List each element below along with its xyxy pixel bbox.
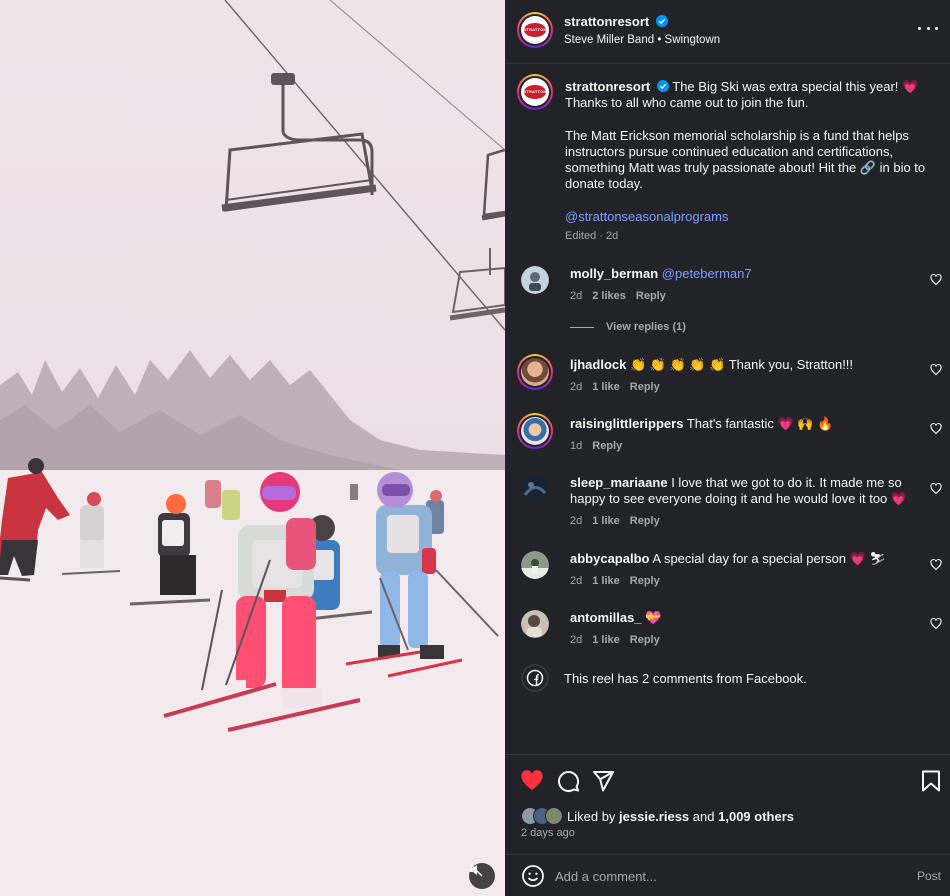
mute-button[interactable] bbox=[469, 863, 495, 889]
verified-badge-icon bbox=[655, 15, 668, 27]
reply-button[interactable]: Reply bbox=[630, 379, 660, 395]
comment-avatar[interactable] bbox=[521, 551, 549, 579]
comment-text: 👏 👏 👏 👏 👏 Thank you, Stratton!!! bbox=[629, 357, 854, 372]
post-actions: Liked by jessie.riess and 1,009 others 2… bbox=[505, 754, 950, 854]
like-heart-icon[interactable] bbox=[520, 769, 544, 793]
liked-by-avatars[interactable] bbox=[521, 807, 563, 825]
emoji-icon[interactable] bbox=[521, 864, 545, 888]
liked-by-others[interactable]: 1,009 others bbox=[718, 809, 794, 824]
like-comment-heart-icon[interactable] bbox=[930, 423, 942, 435]
comment-body: molly_berman @peteberman7 2d 2 likes Rep… bbox=[570, 266, 925, 304]
speaker-muted-icon bbox=[469, 863, 483, 877]
caption-meta: Edited · 2d bbox=[565, 230, 619, 243]
comment-likes[interactable]: 1 like bbox=[592, 513, 620, 529]
comment-time: 2d bbox=[570, 381, 583, 393]
comment-likes[interactable]: 2 likes bbox=[592, 288, 626, 304]
author-username[interactable]: strattonresort bbox=[564, 14, 649, 29]
comment-text: 💝 bbox=[645, 610, 662, 625]
liked-by-row: Liked by jessie.riess and 1,009 others bbox=[521, 807, 794, 825]
comment-avatar[interactable] bbox=[521, 266, 549, 294]
comment-username[interactable]: ljhadlock bbox=[570, 357, 626, 372]
reel-video[interactable] bbox=[0, 0, 505, 896]
caption: strattonresort The Big Ski was extra spe… bbox=[565, 79, 935, 244]
comment-bubble-icon[interactable] bbox=[556, 769, 580, 793]
post-comment-button[interactable]: Post bbox=[917, 869, 941, 883]
reply-button[interactable]: Reply bbox=[630, 632, 660, 648]
facebook-comments-label: This reel has 2 comments from Facebook. bbox=[564, 670, 807, 686]
comment-input[interactable] bbox=[555, 865, 885, 887]
like-comment-heart-icon[interactable] bbox=[930, 559, 942, 571]
add-comment-bar: Post bbox=[505, 854, 950, 896]
facebook-icon bbox=[521, 664, 549, 692]
comment-username[interactable]: raisinglittlerippers bbox=[570, 416, 683, 431]
comment-text: That's fantastic 💗 🙌 🔥 bbox=[686, 416, 834, 431]
comment-body: antomillas_ 💝 2d 1 like Reply bbox=[570, 610, 925, 648]
comment-username[interactable]: molly_berman bbox=[570, 266, 658, 281]
post-details-panel: STRATTON strattonresort Steve Miller Ban… bbox=[505, 0, 950, 896]
caption-line-2: The Matt Erickson memorial scholarship i… bbox=[565, 127, 926, 192]
more-options-button[interactable] bbox=[918, 20, 938, 36]
comment-time: 2d bbox=[570, 515, 583, 527]
reply-button[interactable]: Reply bbox=[630, 513, 660, 529]
comment-time: 2d bbox=[570, 290, 583, 302]
view-replies-button[interactable]: View replies (1) bbox=[570, 321, 686, 333]
like-comment-heart-icon[interactable] bbox=[930, 483, 942, 495]
comment-username[interactable]: sleep_mariaane bbox=[570, 475, 668, 490]
liked-by-prefix: Liked by bbox=[567, 808, 616, 824]
ski-scene-image bbox=[0, 0, 505, 896]
comment-time: 2d bbox=[570, 634, 583, 646]
reply-button[interactable]: Reply bbox=[636, 288, 666, 304]
comment-text[interactable]: @peteberman7 bbox=[662, 266, 752, 281]
comment-body: ljhadlock 👏 👏 👏 👏 👏 Thank you, Stratton!… bbox=[570, 357, 925, 395]
like-comment-heart-icon[interactable] bbox=[930, 618, 942, 630]
view-replies-label: View replies (1) bbox=[606, 321, 686, 333]
liked-by-and: and bbox=[692, 808, 715, 824]
facebook-comments-row[interactable]: This reel has 2 comments from Facebook. bbox=[521, 664, 807, 692]
like-comment-heart-icon[interactable] bbox=[930, 364, 942, 376]
caption-mention[interactable]: @strattonseasonalprograms bbox=[565, 209, 729, 224]
post-date[interactable]: 2 days ago bbox=[521, 827, 575, 839]
comment-time: 1d bbox=[570, 440, 583, 452]
comment-time: 2d bbox=[570, 575, 583, 587]
like-comment-heart-icon[interactable] bbox=[930, 274, 942, 286]
comment-likes[interactable]: 1 like bbox=[592, 632, 620, 648]
reply-button[interactable]: Reply bbox=[592, 438, 622, 454]
share-send-icon[interactable] bbox=[591, 769, 615, 793]
comment-avatar[interactable] bbox=[517, 354, 553, 390]
caption-logo-text: STRATTON bbox=[523, 89, 547, 95]
audio-track[interactable]: Steve Miller Band • Swingtown bbox=[564, 34, 720, 46]
post-header: STRATTON strattonresort Steve Miller Ban… bbox=[505, 0, 950, 64]
comment-body: raisinglittlerippers That's fantastic 💗 … bbox=[570, 416, 925, 454]
comment-body: sleep_mariaane I love that we got to do … bbox=[570, 475, 925, 529]
author-avatar[interactable]: STRATTON bbox=[517, 12, 553, 48]
comment-likes[interactable]: 1 like bbox=[592, 379, 620, 395]
comment-username[interactable]: abbycapalbo bbox=[570, 551, 649, 566]
comment-text: A special day for a special person 💗 ⛷ bbox=[652, 551, 886, 566]
comment-username[interactable]: antomillas_ bbox=[570, 610, 642, 625]
save-bookmark-icon[interactable] bbox=[919, 769, 943, 793]
reply-button[interactable]: Reply bbox=[630, 573, 660, 589]
caption-username[interactable]: strattonresort bbox=[565, 79, 650, 94]
comment-body: abbycapalbo A special day for a special … bbox=[570, 551, 925, 589]
logo-text: STRATTON bbox=[523, 27, 547, 33]
comment-avatar[interactable] bbox=[521, 610, 549, 638]
comment-likes[interactable]: 1 like bbox=[592, 573, 620, 589]
verified-badge-icon bbox=[656, 80, 669, 92]
caption-avatar[interactable]: STRATTON bbox=[517, 74, 553, 110]
comment-avatar[interactable] bbox=[517, 413, 553, 449]
liked-by-user[interactable]: jessie.riess bbox=[619, 809, 689, 824]
comment-avatar[interactable] bbox=[521, 475, 549, 503]
